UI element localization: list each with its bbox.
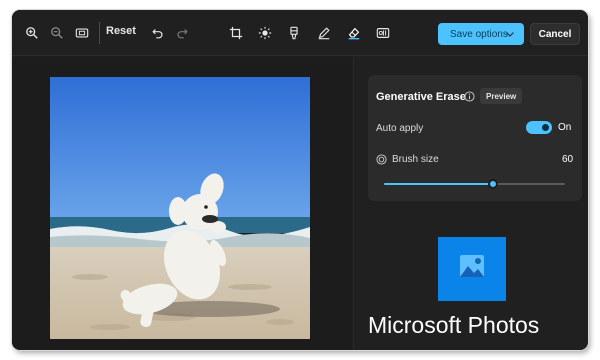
save-options-button[interactable]: Save options [438,23,524,45]
brand-name: Microsoft Photos [368,312,540,338]
auto-apply-toggle[interactable] [526,121,552,134]
filter-icon[interactable] [284,23,304,43]
cancel-button[interactable]: Cancel [530,23,580,45]
preview-badge: Preview [480,88,523,104]
side-panel: Generative Erase Preview Auto apply On B… [353,57,588,350]
generative-erase-card: Generative Erase Preview Auto apply On B… [368,75,582,201]
auto-apply-state: On [558,122,572,133]
microsoft-photos-logo [438,237,506,301]
brush-size-icon [376,154,387,165]
slider-thumb[interactable] [487,179,498,189]
edited-photo[interactable] [50,77,310,339]
slider-fill [384,183,493,185]
app-window: Reset Save options Cancel Generative Era… [12,10,588,350]
zoom-in-icon[interactable] [22,23,42,43]
adjust-brightness-icon[interactable] [255,23,275,43]
brush-size-label: Brush size [392,154,439,165]
save-options-label: Save options [450,28,508,40]
image-canvas [12,57,352,350]
background-icon[interactable] [373,23,393,43]
reset-button[interactable]: Reset [106,25,136,37]
auto-apply-label: Auto apply [376,123,424,134]
brush-size-slider[interactable] [384,178,565,190]
redo-icon[interactable] [172,23,192,43]
markup-pen-icon[interactable] [314,23,334,43]
undo-icon[interactable] [148,23,168,43]
fit-to-window-icon[interactable] [72,23,92,43]
panel-title: Generative Erase [376,91,466,103]
brush-size-value: 60 [562,154,574,165]
toolbar: Reset Save options Cancel [12,10,588,56]
zoom-out-icon[interactable] [47,23,67,43]
chevron-down-icon [506,32,514,37]
crop-icon[interactable] [226,23,246,43]
generative-erase-icon[interactable] [344,23,364,43]
toolbar-divider [99,22,100,44]
info-icon[interactable] [464,91,475,102]
toggle-knob [542,124,549,131]
